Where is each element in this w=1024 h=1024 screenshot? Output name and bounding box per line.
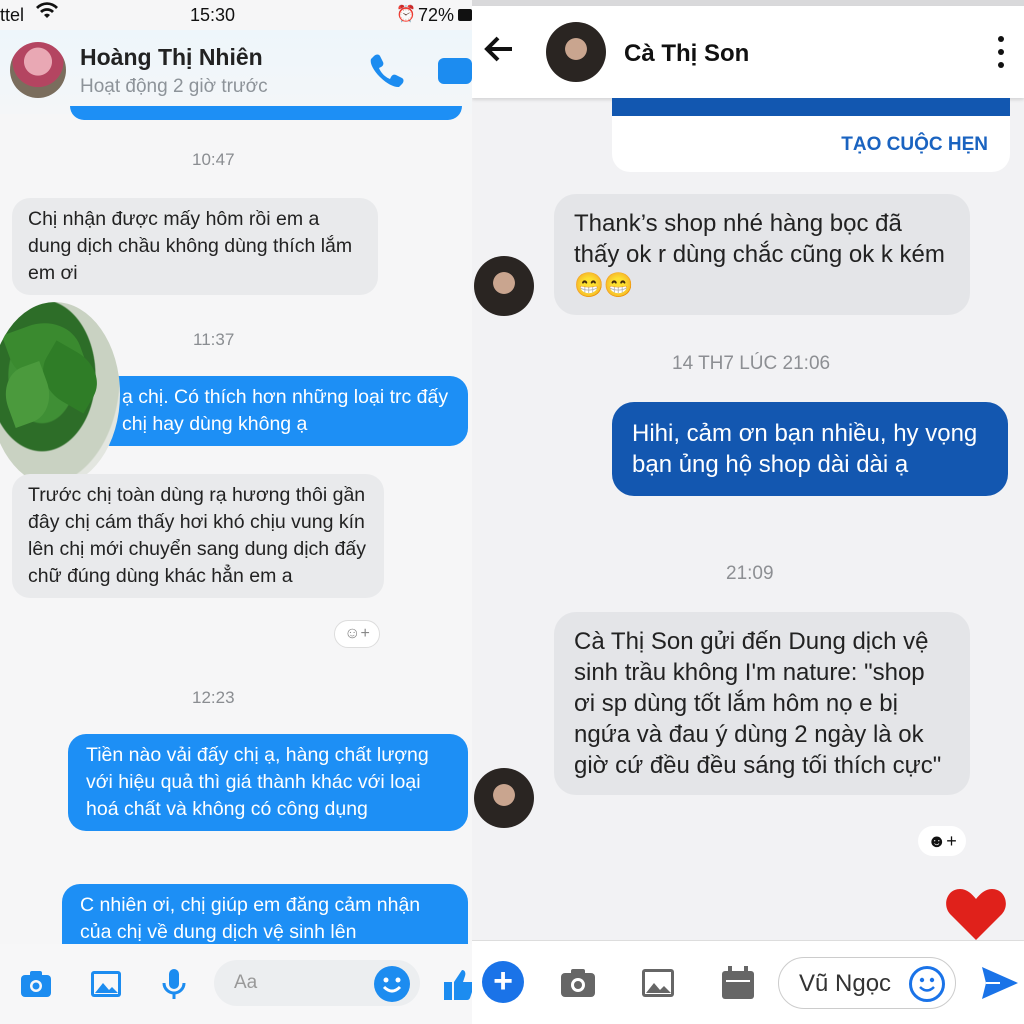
avatar[interactable]	[10, 42, 66, 98]
received-message[interactable]: Chị nhận được mấy hôm rồi em a dung dịch…	[12, 198, 378, 295]
wifi-icon	[36, 2, 58, 25]
camera-icon[interactable]	[18, 966, 54, 1002]
timestamp: 21:09	[726, 563, 774, 584]
create-appointment-button[interactable]: TẠO CUỘC HẸN	[841, 134, 988, 156]
card-banner	[612, 98, 1010, 116]
avatar	[474, 768, 534, 828]
received-message[interactable]: Cà Thị Son gửi đến Dung dịch vệ sinh trầ…	[554, 612, 970, 795]
like-icon[interactable]	[440, 966, 472, 1002]
phone-icon[interactable]	[366, 50, 406, 90]
composer-bar: Aa	[0, 944, 472, 1024]
previous-message-bubble	[70, 106, 462, 120]
status-bar: ttel 15:30 ⏰ 72%	[0, 0, 472, 30]
left-messenger-screenshot: ttel 15:30 ⏰ 72% Hoàng Thị Nhiên Hoạt độ…	[0, 0, 472, 1024]
calendar-icon[interactable]	[718, 963, 758, 1003]
avatar	[474, 256, 534, 316]
heart-icon	[944, 886, 1008, 942]
sent-message[interactable]: Hihi, cảm ơn bạn nhiều, hy vọng bạn ủng …	[612, 402, 1008, 496]
product-image-overlay	[0, 302, 120, 486]
gallery-icon[interactable]	[638, 963, 678, 1003]
timestamp: 12:23	[192, 688, 235, 707]
contact-name[interactable]: Hoàng Thị Nhiên	[80, 44, 263, 71]
add-reaction-icon[interactable]: ☺+	[334, 620, 380, 648]
composer-bar: + Vũ Ngọc	[472, 940, 1024, 1024]
message-placeholder: Aa	[234, 972, 258, 993]
status-time: 15:30	[190, 5, 236, 25]
appointment-card: TẠO CUỘC HẸN	[612, 98, 1010, 172]
contact-status: Hoạt động 2 giờ trước	[80, 76, 268, 97]
chat-header: Hoàng Thị Nhiên Hoạt động 2 giờ trước	[0, 30, 472, 114]
right-messenger-screenshot: Cà Thị Son TẠO CUỘC HẸN Thank’s shop nhé…	[472, 0, 1024, 1024]
timestamp: 10:47	[192, 150, 235, 169]
plus-icon[interactable]: +	[482, 961, 524, 1003]
message-input-value: Vũ Ngọc	[799, 970, 892, 997]
battery-icon	[458, 9, 472, 21]
sent-message[interactable]: Tiền nào vải đấy chị ạ, hàng chất lượng …	[68, 734, 468, 831]
more-icon[interactable]	[998, 36, 1004, 72]
camera-icon[interactable]	[558, 963, 598, 1003]
smile-icon[interactable]	[909, 966, 945, 1002]
back-icon[interactable]	[484, 36, 514, 70]
timestamp: 11:37	[193, 330, 235, 349]
add-reaction-icon[interactable]: ☻+	[918, 826, 966, 856]
avatar[interactable]	[546, 22, 606, 82]
chat-header: Cà Thị Son	[472, 6, 1024, 98]
alarm-icon: ⏰	[396, 6, 416, 23]
contact-name[interactable]: Cà Thị Son	[624, 40, 749, 68]
send-icon[interactable]	[980, 965, 1020, 1001]
received-message[interactable]: Trước chị toàn dùng rạ hương thôi gần đâ…	[12, 474, 384, 598]
message-input[interactable]: Vũ Ngọc	[778, 957, 956, 1009]
mic-icon[interactable]	[156, 966, 192, 1002]
battery-percent: 72%	[418, 5, 455, 25]
gallery-icon[interactable]	[88, 966, 124, 1002]
timestamp: 14 TH7 LÚC 21:06	[672, 353, 831, 374]
carrier-label: ttel	[0, 5, 25, 25]
received-message[interactable]: Thank’s shop nhé hàng bọc đã thấy ok r d…	[554, 194, 970, 315]
video-icon[interactable]	[438, 58, 472, 84]
sent-message[interactable]: ạ chị. Có thích hơn những loại trc đấy c…	[92, 376, 468, 446]
emoji-icon[interactable]	[374, 966, 410, 1002]
